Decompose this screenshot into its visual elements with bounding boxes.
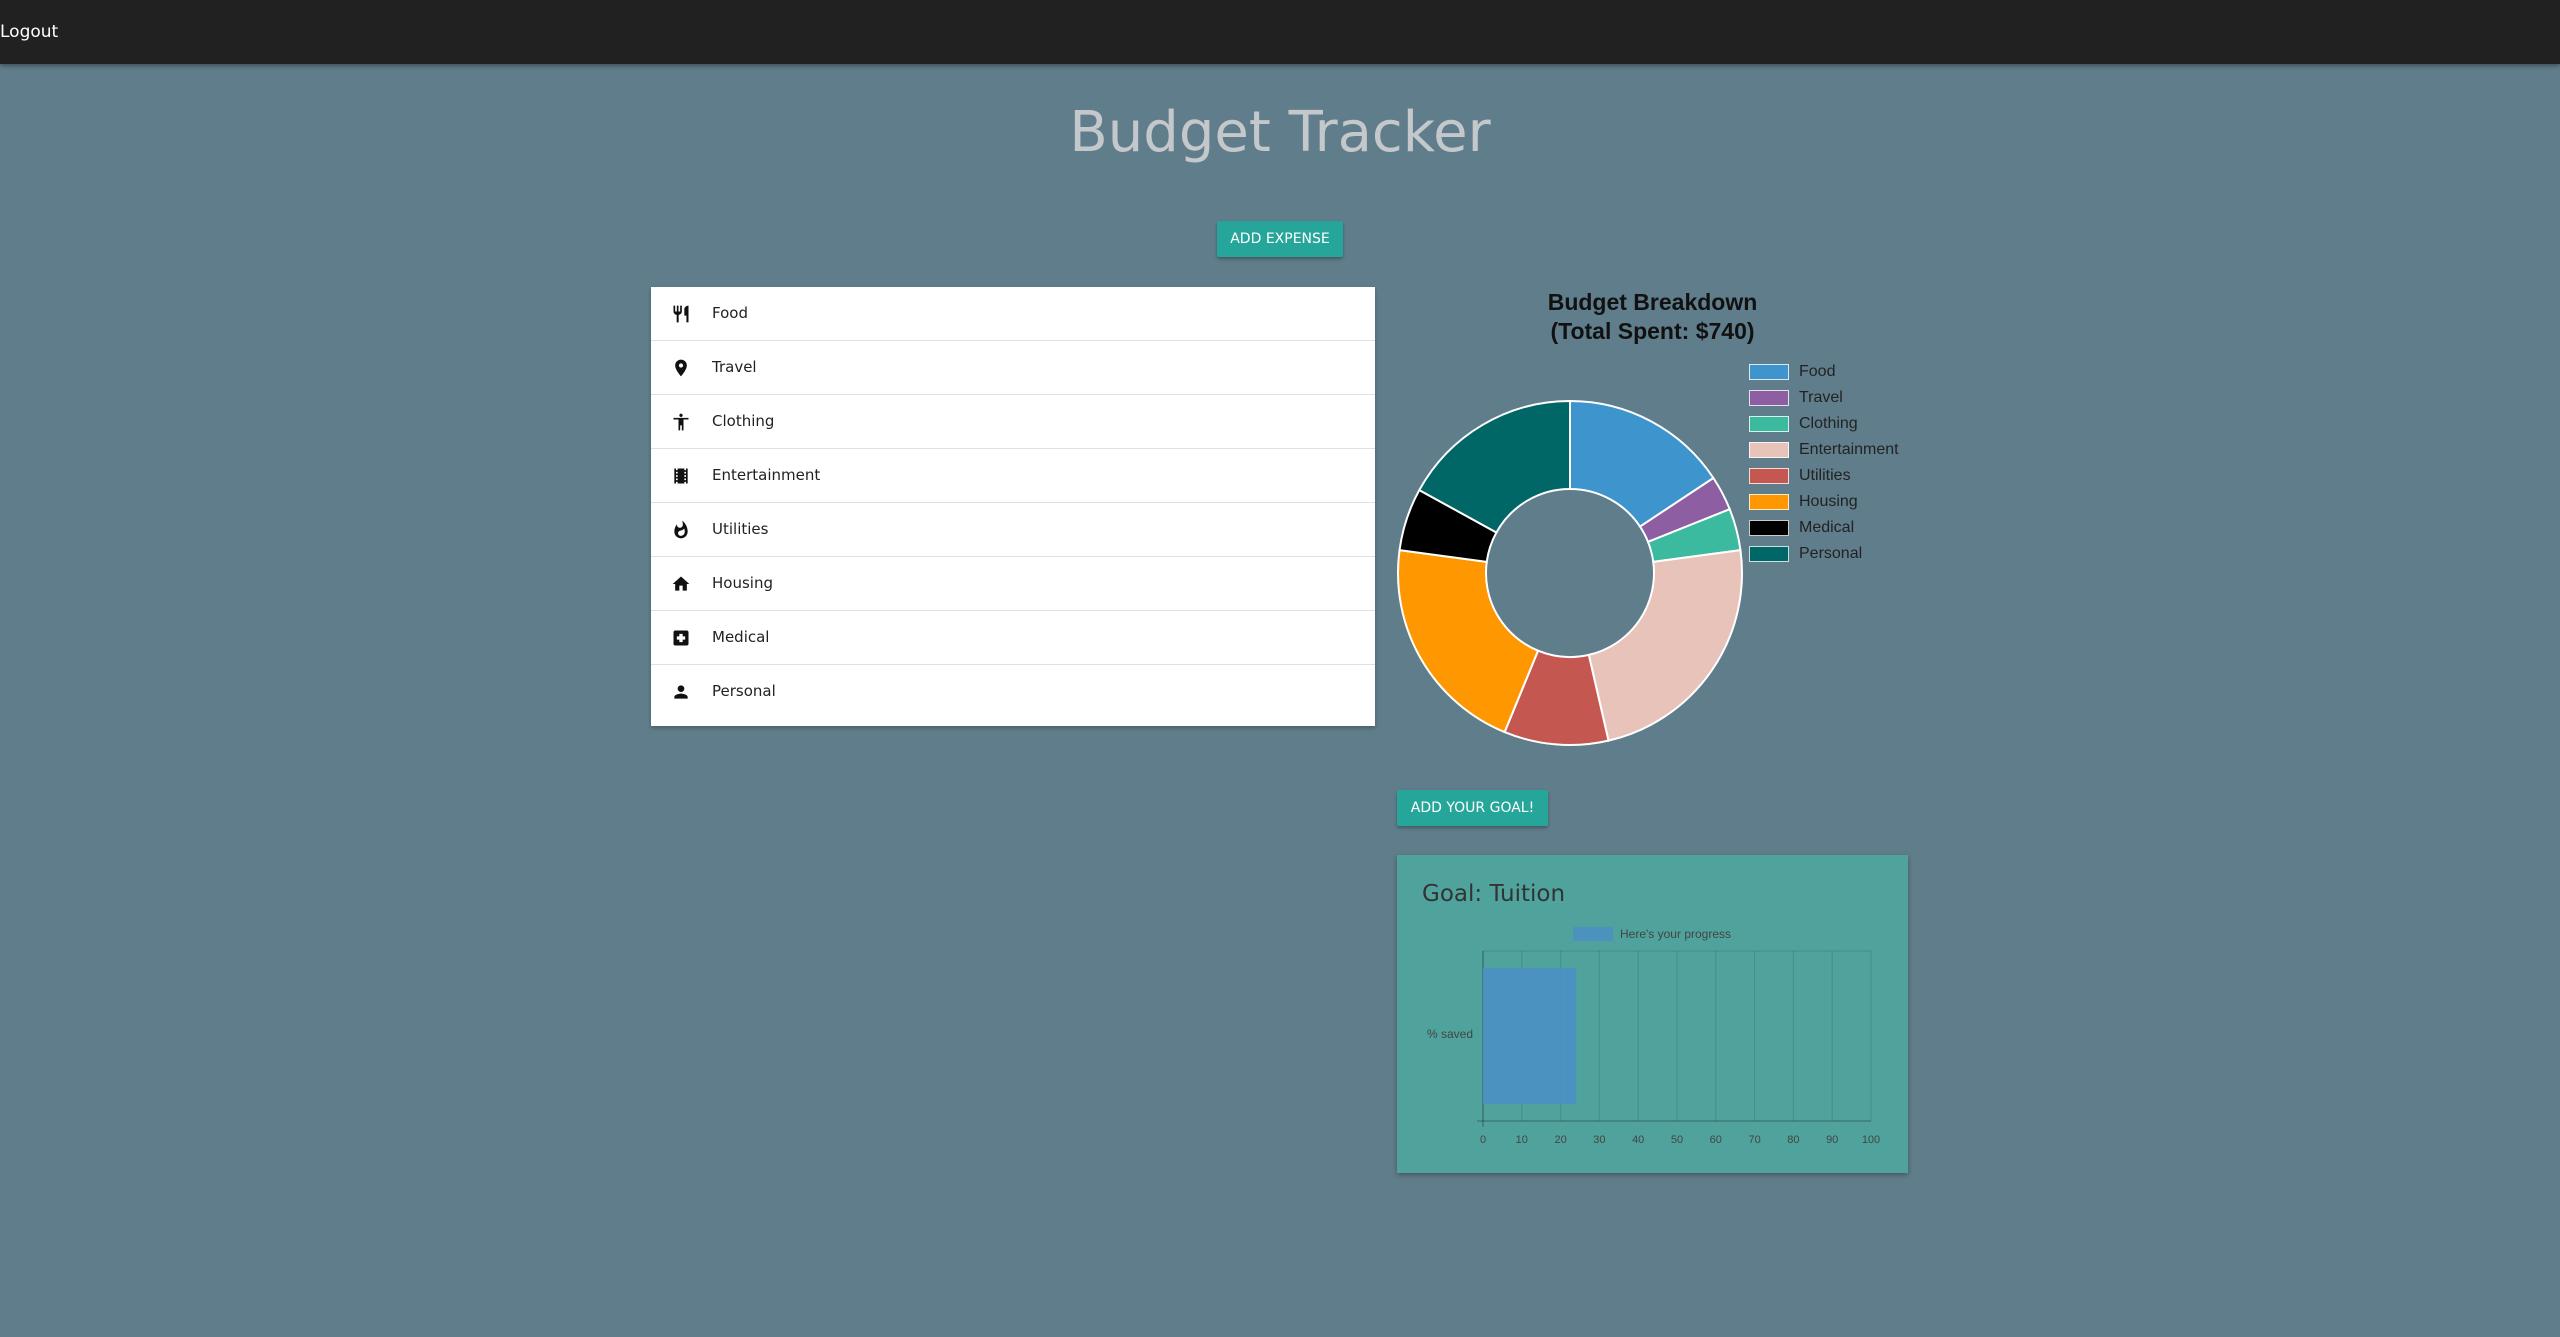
progress-bar[interactable] — [1483, 968, 1577, 1104]
restaurant-icon — [673, 305, 689, 323]
x-tick-label: 60 — [1710, 1134, 1722, 1146]
list-item-utilities[interactable]: Utilities — [651, 503, 1375, 557]
x-tick-label: 80 — [1787, 1134, 1799, 1146]
legend-swatch — [1749, 416, 1789, 432]
category-label: Medical — [712, 628, 770, 646]
legend-swatch — [1749, 494, 1789, 510]
legend-label: Medical — [1799, 519, 1855, 536]
x-tick-label: 90 — [1826, 1134, 1838, 1146]
legend-swatch — [1749, 390, 1789, 406]
goal-card: Goal: Tuition Here's your progress % sav… — [1397, 855, 1908, 1173]
category-label: Travel — [712, 358, 757, 376]
category-label: Housing — [712, 574, 773, 592]
category-label: Utilities — [712, 520, 769, 538]
category-label: Clothing — [712, 412, 775, 430]
accessibility-icon — [673, 413, 689, 431]
x-tick-label: 10 — [1516, 1134, 1528, 1146]
x-tick-label: 0 — [1480, 1134, 1486, 1146]
page-title: Budget Tracker — [1069, 100, 1491, 165]
legend-label: Housing — [1799, 493, 1858, 510]
budget-chart-title-line1: Budget Breakdown — [1547, 289, 1758, 315]
list-item-entertainment[interactable]: Entertainment — [651, 449, 1375, 503]
category-label: Food — [712, 304, 748, 322]
budget-donut-chart — [1397, 399, 1743, 746]
add-expense-button[interactable]: ADD EXPENSE — [1217, 221, 1343, 257]
goal-progress-chart: 0 10 20 30 40 50 60 70 80 90 100 — [1477, 950, 1880, 1146]
legend-label: Personal — [1799, 545, 1863, 562]
place-icon — [675, 359, 687, 377]
x-tick-label: 50 — [1671, 1134, 1683, 1146]
legend-swatch — [1749, 468, 1789, 484]
add-goal-button[interactable]: ADD YOUR GOAL! — [1397, 790, 1548, 826]
donut-slice-entertainment[interactable] — [1587, 548, 1743, 742]
category-list: Food Travel Clothing Entertainment Utili… — [651, 287, 1375, 726]
fire-icon — [674, 520, 688, 539]
list-item-food[interactable]: Food — [651, 287, 1375, 341]
category-label: Personal — [712, 682, 776, 700]
logout-link[interactable]: Logout — [0, 22, 58, 42]
list-item-travel[interactable]: Travel — [651, 341, 1375, 395]
category-label: Entertainment — [712, 466, 821, 484]
legend-label: Travel — [1799, 389, 1843, 406]
x-tick-label: 30 — [1593, 1134, 1605, 1146]
x-tick-label: 70 — [1748, 1134, 1760, 1146]
list-item-housing[interactable]: Housing — [651, 557, 1375, 611]
person-icon — [674, 685, 688, 699]
legend-swatch — [1749, 546, 1789, 562]
movie-icon — [674, 468, 688, 484]
legend-swatch — [1749, 364, 1789, 380]
home-icon — [672, 576, 690, 591]
list-item-medical[interactable]: Medical — [651, 611, 1375, 665]
x-tick-label: 20 — [1554, 1134, 1566, 1146]
legend-swatch — [1749, 520, 1789, 536]
legend-label: Entertainment — [1799, 441, 1899, 458]
list-item-personal[interactable]: Personal — [651, 665, 1375, 719]
top-navbar: Logout — [0, 0, 2560, 64]
legend-swatch — [1749, 442, 1789, 458]
legend-label: Clothing — [1799, 415, 1858, 432]
budget-chart-title: Budget Breakdown (Total Spent: $740) — [1450, 288, 1855, 346]
list-item-clothing[interactable]: Clothing — [651, 395, 1375, 449]
legend-label: Utilities — [1799, 467, 1851, 484]
budget-chart-title-line2: (Total Spent: $740) — [1550, 318, 1755, 344]
legend-label: Food — [1799, 363, 1836, 380]
x-tick-label: 100 — [1862, 1134, 1880, 1146]
x-tick-label: 40 — [1632, 1134, 1644, 1146]
medical-icon — [673, 630, 689, 646]
